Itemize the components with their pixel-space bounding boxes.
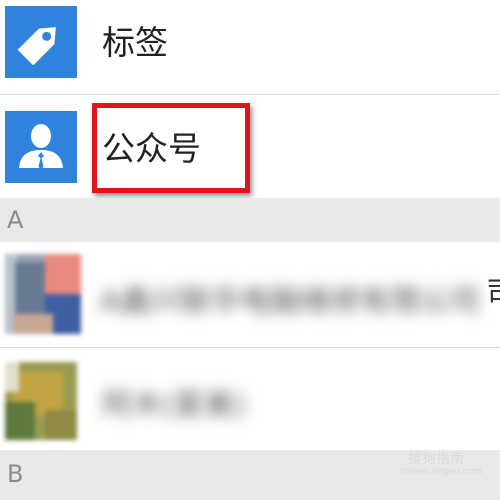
- highlight-box: [92, 103, 250, 193]
- name-overflow-glyph: 司: [486, 276, 500, 312]
- watermark-url: zhinan.sogou.com: [400, 467, 482, 477]
- contact-row[interactable]: A鑫兴联华电脑维修有限公司 司: [0, 242, 500, 347]
- avatar: [5, 254, 81, 334]
- contact-name: A鑫兴联华电脑维修有限公司: [100, 284, 481, 319]
- contact-row[interactable]: 阿木(爱美): [0, 348, 500, 450]
- section-header-a: A: [0, 198, 500, 242]
- tags-row[interactable]: 标签: [0, 0, 500, 94]
- person-tie-icon: [19, 124, 63, 169]
- contact-name: 阿木(爱美): [102, 388, 246, 423]
- avatar: [5, 362, 77, 440]
- section-letter: A: [7, 206, 24, 234]
- official-accounts-icon-box: [5, 111, 77, 183]
- section-letter: B: [7, 460, 24, 488]
- official-accounts-row[interactable]: 公众号: [0, 95, 500, 198]
- tag-icon: [17, 27, 56, 66]
- tags-label: 标签: [102, 23, 168, 62]
- watermark-brand: 搜狗指南: [408, 451, 464, 467]
- tags-icon-box: [5, 6, 77, 78]
